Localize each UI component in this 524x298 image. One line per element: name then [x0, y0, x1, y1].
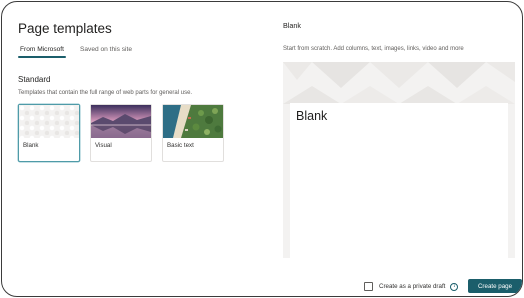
- section-description: Templates that contain the full range of…: [18, 90, 193, 96]
- create-page-button[interactable]: Create page: [468, 279, 522, 293]
- template-card-blank[interactable]: Blank: [18, 104, 80, 162]
- template-source-tabs: From Microsoft Saved on this site: [18, 45, 146, 58]
- preview-banner: [283, 62, 515, 104]
- private-draft-checkbox[interactable]: [364, 282, 373, 291]
- template-card-label: Blank: [23, 142, 39, 149]
- preview-page-canvas: Blank: [290, 103, 508, 258]
- template-card-visual[interactable]: Visual: [90, 104, 152, 162]
- tab-from-microsoft[interactable]: From Microsoft: [18, 45, 66, 58]
- private-draft-label: Create as a private draft: [379, 283, 446, 290]
- info-icon[interactable]: i: [450, 282, 459, 291]
- template-card-basic-text[interactable]: Basic text: [162, 104, 224, 162]
- template-card-list: Blank Visual Basic text: [18, 104, 234, 162]
- preview-title: Blank: [283, 21, 301, 30]
- section-title: Standard: [18, 75, 51, 84]
- template-card-label: Visual: [95, 142, 112, 149]
- mountain-lake-thumbnail: [91, 105, 151, 138]
- pattern-thumbnail: [19, 105, 79, 138]
- template-card-label: Basic text: [167, 142, 194, 149]
- tab-saved-on-this-site[interactable]: Saved on this site: [78, 45, 134, 58]
- aerial-coast-thumbnail: [163, 105, 223, 138]
- dialog-title: Page templates: [18, 21, 112, 36]
- preview-description: Start from scratch. Add columns, text, i…: [283, 46, 464, 52]
- private-draft-option[interactable]: Create as a private draft i: [364, 282, 459, 291]
- preview-page-title: Blank: [296, 109, 328, 123]
- template-preview: Blank: [283, 62, 515, 258]
- page-templates-dialog: Page templates From Microsoft Saved on t…: [1, 1, 523, 297]
